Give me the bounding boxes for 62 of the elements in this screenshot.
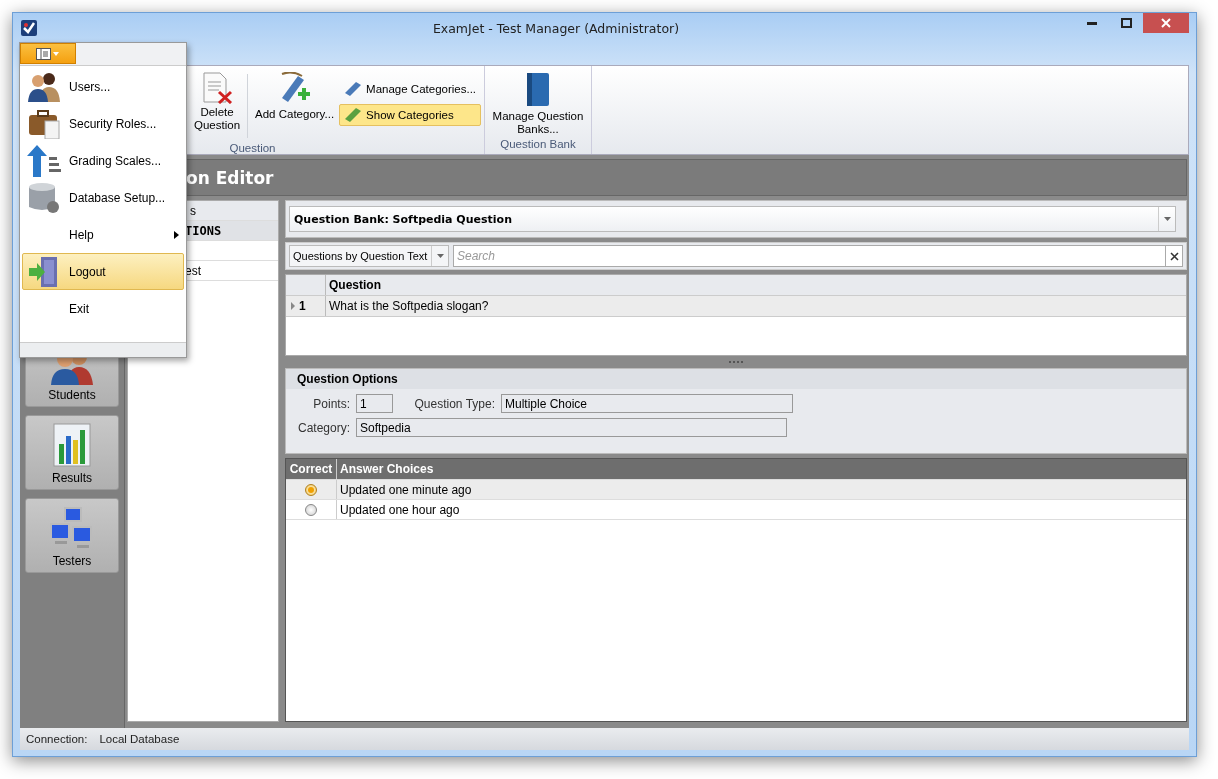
panel-title: Question Options xyxy=(286,369,1186,389)
close-button[interactable] xyxy=(1143,13,1189,33)
briefcase-icon xyxy=(27,108,61,139)
menu-icon xyxy=(36,47,60,60)
question-bank-dropdown[interactable]: Question Bank: Softpedia Question xyxy=(289,206,1176,232)
ribbon-button[interactable]: Add Category... xyxy=(250,70,340,123)
answer-row[interactable]: Updated one hour ago xyxy=(286,500,1186,520)
window-title: ExamJet - Test Manager (Administrator) xyxy=(431,20,681,36)
clear-search-button[interactable] xyxy=(1165,245,1183,267)
question-row[interactable]: 1 What is the Softpedia slogan? xyxy=(286,296,1186,317)
answer-row[interactable]: Updated one minute ago xyxy=(286,480,1186,500)
column-header[interactable]: Correct xyxy=(286,459,337,479)
splitter-grip-icon[interactable] xyxy=(728,360,744,364)
correct-radio[interactable] xyxy=(305,483,317,496)
search-field[interactable]: Search xyxy=(453,245,1165,267)
ribbon-button[interactable]: Manage Categories... xyxy=(339,78,482,100)
row-number: 1 xyxy=(299,299,306,313)
nav-button[interactable]: Results xyxy=(25,415,119,490)
database-icon xyxy=(27,181,61,214)
bar-chart-icon xyxy=(52,422,92,468)
document-delete-icon xyxy=(201,72,233,104)
table-cell-text: Updated one hour ago xyxy=(339,501,461,519)
row-indicator-icon xyxy=(291,302,295,310)
submenu-arrow-icon xyxy=(174,230,179,239)
category-field[interactable]: Softpedia xyxy=(356,418,787,437)
tag-icon xyxy=(344,107,363,123)
menu-item[interactable]: Logout xyxy=(22,253,184,290)
nav-button[interactable]: Testers xyxy=(25,498,119,573)
ribbon-button[interactable]: Delete Question xyxy=(189,70,246,134)
arrow-up-icon xyxy=(27,144,61,177)
menu-item[interactable]: Users... xyxy=(22,68,184,105)
status-value: Local Database xyxy=(99,733,180,745)
close-icon xyxy=(1161,18,1171,28)
dropdown-caret-icon xyxy=(1163,217,1171,221)
maximize-icon xyxy=(1120,18,1132,28)
question-type-field[interactable]: Multiple Choice xyxy=(501,394,793,413)
filter-dropdown[interactable]: Questions by Question Text xyxy=(289,245,449,267)
ribbon-button[interactable]: Manage Question Banks... xyxy=(487,70,589,138)
ribbon-button[interactable]: Show Categories xyxy=(339,104,482,126)
correct-radio[interactable] xyxy=(305,503,317,516)
minimize-icon xyxy=(1087,21,1097,25)
dropdown-caret-icon xyxy=(436,254,444,258)
field-label: Points: xyxy=(312,396,350,411)
menu-item[interactable]: Exit xyxy=(22,290,184,327)
status-label: Connection: xyxy=(26,733,88,745)
ribbon-group-label: Question Bank xyxy=(499,138,577,152)
book-icon xyxy=(524,72,552,108)
ribbon-group-label: Question xyxy=(228,142,277,154)
table-cell-text: What is the Softpedia slogan? xyxy=(328,298,490,315)
users-icon xyxy=(27,71,61,102)
menu-item[interactable]: Grading Scales... xyxy=(22,142,184,179)
menu-item[interactable]: Security Roles... xyxy=(22,105,184,142)
table-cell-text: Updated one minute ago xyxy=(339,481,473,499)
app-menu-button[interactable] xyxy=(20,43,76,64)
points-field[interactable]: 1 xyxy=(356,394,393,413)
field-label: Question Type: xyxy=(413,396,495,411)
app-logo-icon xyxy=(21,20,37,36)
column-header[interactable]: Answer Choices xyxy=(337,459,1186,479)
editor-title: on Editor xyxy=(186,167,274,188)
tag-icon xyxy=(344,81,363,97)
close-icon xyxy=(1169,251,1179,261)
field-label: Category: xyxy=(296,420,350,435)
